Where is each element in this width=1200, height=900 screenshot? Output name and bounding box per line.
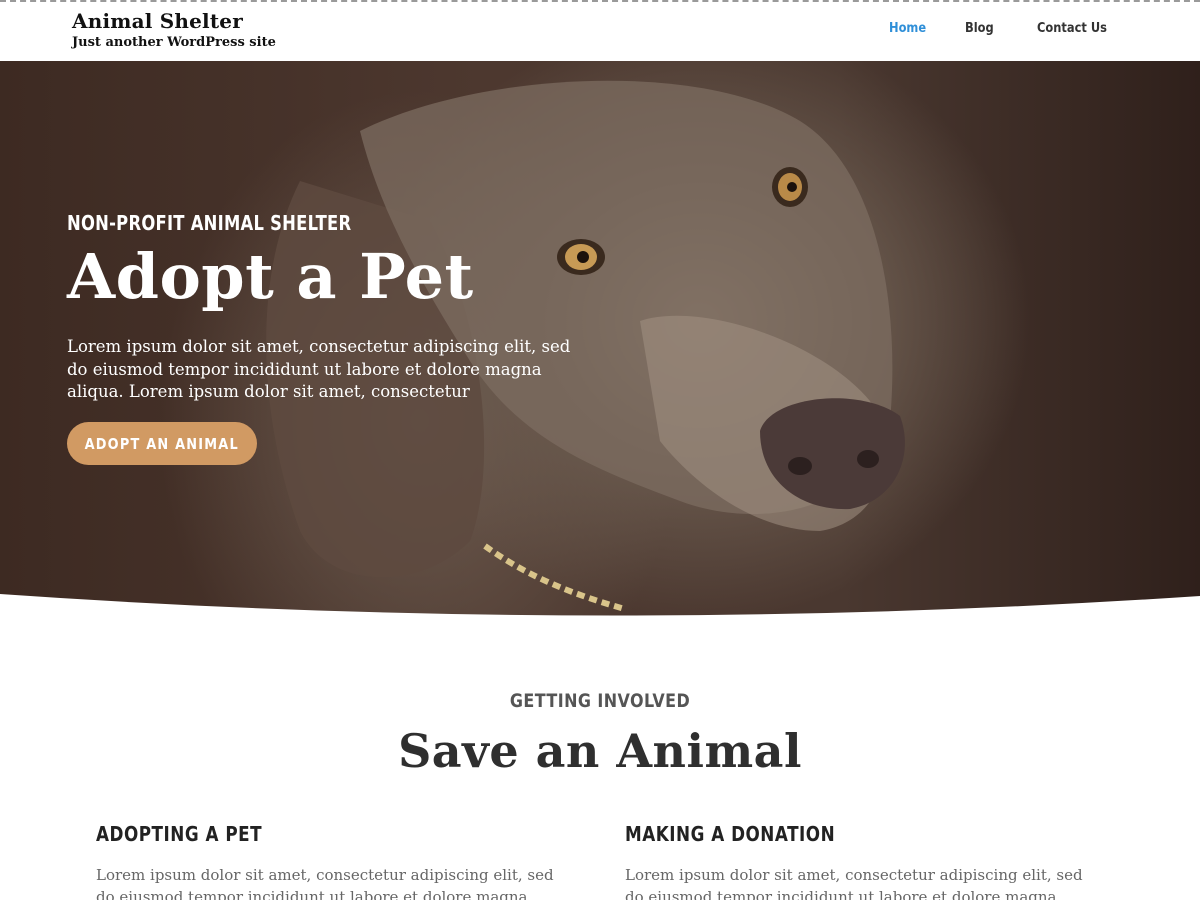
hero-eyebrow: NON-PROFIT ANIMAL SHELTER bbox=[67, 211, 352, 235]
adopting-a-pet-card: ADOPTING A PET Lorem ipsum dolor sit ame… bbox=[96, 822, 556, 900]
making-a-donation-card: MAKING A DONATION Lorem ipsum dolor sit … bbox=[625, 822, 1085, 900]
adopt-an-animal-button-label: ADOPT AN ANIMAL bbox=[84, 434, 240, 453]
section-title: Save an Animal bbox=[398, 724, 802, 778]
card-text: Lorem ipsum dolor sit amet, consectetur … bbox=[96, 866, 554, 900]
nav-item-home[interactable]: Home bbox=[889, 21, 926, 36]
nav-item-blog[interactable]: Blog bbox=[965, 21, 994, 36]
site-title[interactable]: Animal Shelter bbox=[72, 9, 243, 33]
adopt-an-animal-button[interactable]: ADOPT AN ANIMAL bbox=[67, 422, 257, 465]
hero-banner: NON-PROFIT ANIMAL SHELTER Adopt a Pet Lo… bbox=[0, 61, 1200, 616]
hero-description: Lorem ipsum dolor sit amet, consectetur … bbox=[67, 337, 571, 401]
card-heading: MAKING A DONATION bbox=[625, 822, 836, 846]
site-tagline: Just another WordPress site bbox=[72, 35, 276, 50]
site-header: Animal Shelter Just another WordPress si… bbox=[0, 0, 1200, 61]
card-heading: ADOPTING A PET bbox=[96, 822, 263, 846]
hero-title: Adopt a Pet bbox=[67, 240, 474, 313]
nav-item-contact-us[interactable]: Contact Us bbox=[1037, 21, 1107, 36]
card-text: Lorem ipsum dolor sit amet, consectetur … bbox=[625, 866, 1083, 900]
section-eyebrow: GETTING INVOLVED bbox=[509, 690, 691, 712]
